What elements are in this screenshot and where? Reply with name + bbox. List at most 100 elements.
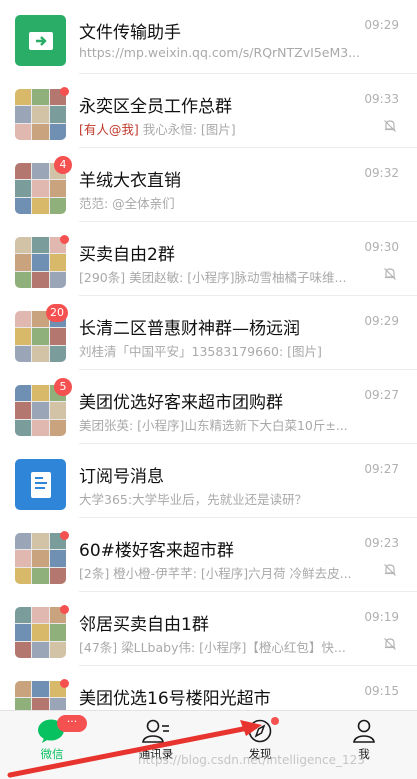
- avatar-tile: [15, 345, 32, 362]
- contacts-icon: [142, 719, 169, 743]
- unread-count-badge: 4: [54, 156, 72, 174]
- muted-bell-icon: [384, 638, 396, 650]
- avatar-tile: [15, 328, 32, 345]
- unread-dot: [60, 605, 69, 614]
- muted-bell-icon: [384, 564, 396, 576]
- group-avatar: [15, 237, 66, 288]
- avatar-tile: [32, 533, 49, 550]
- file-transfer-icon: [15, 15, 66, 66]
- chat-row[interactable]: 订阅号消息 大学365:大学毕业后，先就业还是读研？ 09:27: [0, 444, 417, 518]
- tab-me[interactable]: 我: [312, 711, 416, 779]
- avatar-tile: [15, 533, 32, 550]
- chat-time: 09:29: [364, 18, 399, 32]
- chat-time: 09:32: [364, 166, 399, 180]
- chat-row[interactable]: 20 长清二区普惠财神群—杨远润 刘桂清「中国平安」13583179660: [图片…: [0, 296, 417, 370]
- avatar-tile: [32, 180, 49, 197]
- avatar-tile: [15, 89, 32, 106]
- tab-label: 微信: [40, 747, 64, 761]
- chat-row[interactable]: 4 羊绒大衣直销范范: @全体亲们 09:32: [0, 148, 417, 222]
- avatar-tile: [49, 345, 66, 362]
- chat-preview: 范范: @全体亲们: [79, 196, 175, 211]
- avatar-tile: [32, 402, 49, 419]
- avatar-tile: [49, 254, 66, 271]
- avatar-tile: [32, 163, 49, 180]
- chat-row[interactable]: 买卖自由2群 [290条] 美团赵敏: [小程序]脉动雪柚橘子味维... 09:30: [0, 222, 417, 296]
- avatar-tile: [49, 180, 66, 197]
- tab-contacts[interactable]: 通讯录: [104, 711, 208, 779]
- chat-preview: [290条] 美团赵敏: [小程序]脉动雪柚橘子味维...: [79, 270, 347, 285]
- chat-time: 09:15: [364, 684, 399, 698]
- chat-title: 买卖自由2群: [79, 245, 175, 265]
- avatar-tile: [49, 123, 66, 140]
- chat-time: 09:29: [364, 314, 399, 328]
- bottom-tab-bar: ··· 微信 通讯录 发现 我: [0, 710, 417, 779]
- group-avatar: [15, 681, 66, 710]
- chat-preview: 美团张英: [小程序]山东精选新下大白菜10斤±...: [79, 418, 348, 433]
- avatar-tile: [15, 567, 32, 584]
- group-avatar: [15, 89, 66, 140]
- unread-dot: [60, 531, 69, 540]
- avatar-tile: [15, 180, 32, 197]
- profile-icon: [353, 719, 375, 743]
- chat-row[interactable]: 美团优选16号楼阳光超市 09:15: [0, 666, 417, 710]
- avatar-tile: [15, 106, 32, 123]
- avatar-tile: [49, 271, 66, 288]
- avatar-tile: [32, 197, 49, 214]
- chat-row[interactable]: 永奕区全员工作总群 [有人@我] 我心永恒: [图片] 09:33: [0, 74, 417, 148]
- avatar-tile: [32, 681, 49, 698]
- chat-row[interactable]: 邻居买卖自由1群 [47条] 梁LLbaby伟: [小程序]【橙心红包】快... 0…: [0, 592, 417, 666]
- avatar-tile: [15, 698, 32, 710]
- chat-time: 09:30: [364, 240, 399, 254]
- avatar-tile: [15, 197, 32, 214]
- chat-title: 美团优选16号楼阳光超市: [79, 689, 271, 709]
- chat-title: 羊绒大衣直销: [79, 171, 181, 191]
- avatar-tile: [32, 419, 49, 436]
- avatar-tile: [15, 550, 32, 567]
- group-avatar: [15, 607, 66, 658]
- avatar-tile: [15, 311, 32, 328]
- notification-dot: [271, 717, 279, 725]
- mention-tag: [有人@我]: [79, 122, 139, 137]
- avatar-tile: [49, 402, 66, 419]
- avatar-tile: [32, 123, 49, 140]
- avatar-tile: [32, 106, 49, 123]
- avatar-tile: [49, 641, 66, 658]
- avatar-tile: [32, 698, 49, 710]
- muted-bell-icon: [384, 268, 396, 280]
- avatar-tile: [49, 567, 66, 584]
- tab-wechat[interactable]: ··· 微信: [0, 711, 104, 779]
- avatar-tile: [32, 328, 49, 345]
- chat-row[interactable]: 60#楼好客来超市群 [2条] 橙小橙-伊芊芊: [小程序]六月荷 冷鲜去皮...…: [0, 518, 417, 592]
- avatar-tile: [15, 237, 32, 254]
- chat-title: 美团优选好客来超市团购群: [79, 393, 283, 413]
- avatar-tile: [32, 550, 49, 567]
- avatar-tile: [49, 328, 66, 345]
- avatar-tile: [49, 106, 66, 123]
- tab-badge: ···: [57, 715, 87, 732]
- avatar-tile: [15, 402, 32, 419]
- chat-row[interactable]: 文件传输助手 https://mp.weixin.qq.com/s/RQrNTZv…: [0, 0, 417, 74]
- unread-count-badge: 5: [54, 378, 72, 396]
- avatar-tile: [32, 567, 49, 584]
- group-avatar: [15, 533, 66, 584]
- chat-row[interactable]: 5 美团优选好客来超市团购群美团张英: [小程序]山东精选新下大白菜10斤±...…: [0, 370, 417, 444]
- avatar-tile: [32, 345, 49, 362]
- tab-discover[interactable]: 发现: [208, 711, 312, 779]
- muted-bell-icon: [384, 120, 396, 132]
- avatar-tile: [15, 163, 32, 180]
- chat-title: 60#楼好客来超市群: [79, 541, 234, 561]
- chat-time: 09:27: [364, 388, 399, 402]
- chat-preview: [47条] 梁LLbaby伟: [小程序]【橙心红包】快...: [79, 640, 346, 655]
- chat-preview: [2条] 橙小橙-伊芊芊: [小程序]六月荷 冷鲜去皮...: [79, 566, 352, 581]
- avatar-tile: [49, 698, 66, 710]
- avatar-tile: [32, 641, 49, 658]
- avatar-tile: [32, 385, 49, 402]
- avatar-tile: [15, 624, 32, 641]
- avatar-tile: [15, 641, 32, 658]
- chat-preview-text: 我心永恒: [图片]: [138, 122, 236, 137]
- avatar-tile: [15, 681, 32, 698]
- unread-dot: [60, 679, 69, 688]
- avatar-tile: [15, 271, 32, 288]
- unread-dot: [60, 87, 69, 96]
- avatar-tile: [49, 550, 66, 567]
